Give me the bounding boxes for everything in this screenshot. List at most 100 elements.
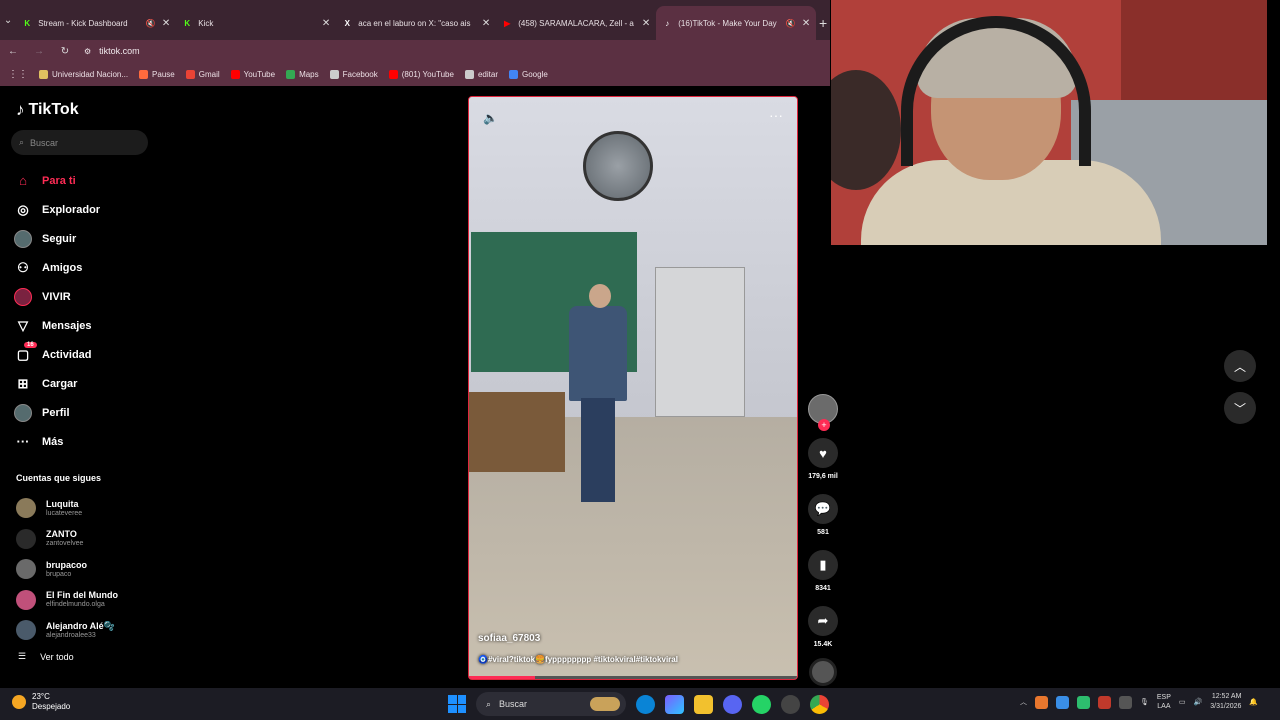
previous-video-button[interactable]: ︿ (1224, 350, 1256, 382)
whatsapp-icon[interactable] (752, 694, 771, 714)
tray-overflow-icon[interactable]: ︿ (1020, 697, 1027, 707)
bookmark-item[interactable]: Facebook (329, 69, 378, 79)
following-account[interactable]: Alejandro Alé🫧 alejandroalee33 (16, 615, 118, 646)
url-text: tiktok.com (99, 46, 140, 56)
tray-rec-icon[interactable] (1098, 695, 1111, 709)
sidebar-item-explorador[interactable]: ◎ Explorador (14, 195, 164, 224)
back-icon[interactable]: ← (6, 46, 20, 57)
volume-icon[interactable]: 🔈 (483, 111, 498, 125)
reload-icon[interactable]: ↻ (58, 46, 72, 57)
like-action: ♥ 179,6 mil (808, 438, 838, 480)
input-language[interactable]: ESP LAA (1157, 693, 1171, 711)
logo-text: TikTok (28, 101, 79, 118)
sidebar-item-seguir[interactable]: Seguir (14, 224, 164, 253)
following-account[interactable]: ZANTO zantovelvee (16, 524, 118, 555)
bookmark-icon[interactable]: ▮ (808, 550, 838, 580)
tab-close-icon[interactable]: ✕ (482, 18, 490, 29)
creator-avatar[interactable]: + (808, 394, 838, 431)
bookmark-item[interactable]: Gmail (185, 69, 220, 79)
next-video-button[interactable]: ﹀ (1224, 392, 1256, 424)
bookmark-item[interactable]: YouTube (230, 69, 275, 79)
obs-icon[interactable] (781, 694, 800, 714)
bookmark-favicon-icon (185, 69, 195, 79)
bookmark-item[interactable]: Maps (286, 69, 319, 79)
tray-shield-icon[interactable] (1056, 695, 1069, 709)
forward-icon[interactable]: → (32, 46, 46, 57)
sidebar-item-actividad[interactable]: ▢ Actividad 16 (14, 340, 164, 369)
bookmark-item[interactable]: editar (464, 69, 498, 79)
tray-app-icon[interactable] (1035, 695, 1048, 709)
microphone-icon[interactable]: 🎙 (1140, 698, 1149, 706)
follow-plus-icon[interactable]: + (818, 419, 830, 431)
search-input[interactable]: ⌕ Buscar (11, 130, 148, 155)
sidebar-item-mensajes[interactable]: ▽ Mensajes (14, 311, 164, 340)
see-all-button[interactable]: ☰ Ver todo (18, 651, 74, 662)
site-info-icon[interactable]: ⚙ (84, 47, 91, 56)
new-tab-button[interactable]: + (816, 6, 830, 40)
browser-tab-bar: ⌄ K Stream - Kick Dashboard 🔇 ✕ K Kick ✕ Xaca e… (0, 0, 830, 40)
video-progress-bar[interactable] (469, 676, 797, 679)
bookmark-item[interactable]: Google (508, 69, 548, 79)
sidebar-item-label: Cargar (42, 377, 78, 390)
apps-grid-icon[interactable]: ⋮⋮ (8, 69, 28, 80)
send-icon: ▽ (18, 317, 28, 333)
edge-icon[interactable] (636, 694, 655, 714)
more-options-icon[interactable]: ··· (769, 107, 783, 123)
file-explorer-icon[interactable] (694, 694, 713, 714)
sidebar-item-label: Explorador (42, 203, 101, 216)
video-author[interactable]: sofiaa_67803 (478, 633, 540, 644)
tab-close-icon[interactable]: ✕ (322, 18, 330, 29)
browser-tab[interactable]: K Kick ✕ (176, 6, 336, 40)
share-icon[interactable]: ➦ (808, 606, 838, 636)
sidebar-item-más[interactable]: ··· Más (14, 427, 164, 456)
tab-close-icon[interactable]: ✕ (802, 18, 810, 29)
following-account[interactable]: brupacoo brupaco (16, 554, 118, 585)
notification-icon[interactable]: 🔔 (1249, 698, 1258, 706)
tab-close-icon[interactable]: ✕ (642, 18, 650, 29)
sidebar-item-vivir[interactable]: VIVIR (14, 282, 164, 311)
browser-tab[interactable]: Xaca en el laburo on X: "caso ais ✕ (336, 6, 496, 40)
tab-mute-icon[interactable]: 🔇 (786, 19, 796, 28)
following-account[interactable]: El Fin del Mundo elfindelmundo.olga (16, 585, 118, 616)
music-disc-icon[interactable] (809, 658, 837, 686)
tab-search-button[interactable]: ⌄ (0, 0, 16, 40)
sidebar-item-amigos[interactable]: ⚇ Amigos (14, 253, 164, 282)
home-icon: ⌂ (19, 173, 27, 188)
tray-nvidia-icon[interactable] (1077, 695, 1090, 709)
bookmark-item[interactable]: Pause (139, 69, 175, 79)
heart-icon[interactable]: ♥ (808, 438, 838, 468)
windows-start-icon[interactable] (448, 695, 466, 713)
bookmark-favicon-icon (230, 69, 240, 79)
sidebar-item-cargar[interactable]: ⊞ Cargar (14, 369, 164, 398)
copilot-icon[interactable] (665, 694, 684, 714)
chrome-icon[interactable] (810, 694, 829, 714)
network-icon[interactable]: ▭ (1179, 698, 1186, 706)
bookmark-favicon-icon (329, 69, 339, 79)
account-name: brupacoo (46, 559, 88, 570)
discord-icon[interactable] (723, 694, 742, 714)
tiktok-logo[interactable]: ♪ TikTok (16, 100, 79, 120)
bookmark-item[interactable]: (801) YouTube (388, 69, 454, 79)
browser-tab[interactable]: ♪ (16)TikTok - Make Your Day 🔇 ✕ (656, 6, 817, 40)
tab-close-icon[interactable]: ✕ (162, 18, 170, 29)
comment-icon[interactable]: 💬 (808, 494, 838, 524)
tab-mute-icon[interactable]: 🔇 (146, 19, 156, 28)
video-player[interactable]: 🔈 ··· sofiaa_67803 🧿#viral?tiktok🍔fypppp… (468, 96, 798, 680)
volume-icon[interactable]: 🔊 (1194, 698, 1203, 706)
browser-tab[interactable]: ▶ (458) SARAMALACARA, Zell - a ✕ (496, 6, 656, 40)
clock[interactable]: 12:52 AM 3/31/2026 (1210, 692, 1241, 712)
tab-favicon-icon: ♪ (665, 18, 670, 28)
bookmark-label: Google (521, 69, 548, 79)
taskbar-search[interactable]: ⌕ Buscar (476, 692, 626, 716)
weather-widget[interactable]: 23°C Despejado (12, 692, 70, 712)
url-field[interactable]: ⚙ tiktok.com (84, 46, 140, 56)
tray-steam-icon[interactable] (1119, 695, 1132, 709)
browser-tab[interactable]: K Stream - Kick Dashboard 🔇 ✕ (16, 6, 176, 40)
following-account[interactable]: Luquita lucateveree (16, 493, 118, 524)
bookmark-label: Maps (299, 69, 319, 79)
sidebar-item-perfil[interactable]: Perfil (14, 398, 164, 427)
see-all-label: Ver todo (40, 651, 74, 662)
bookmark-item[interactable]: Universidad Nacion... (39, 69, 128, 79)
save-action: ▮ 8341 (808, 550, 838, 592)
sidebar-item-para-ti[interactable]: ⌂ Para ti (14, 166, 164, 195)
